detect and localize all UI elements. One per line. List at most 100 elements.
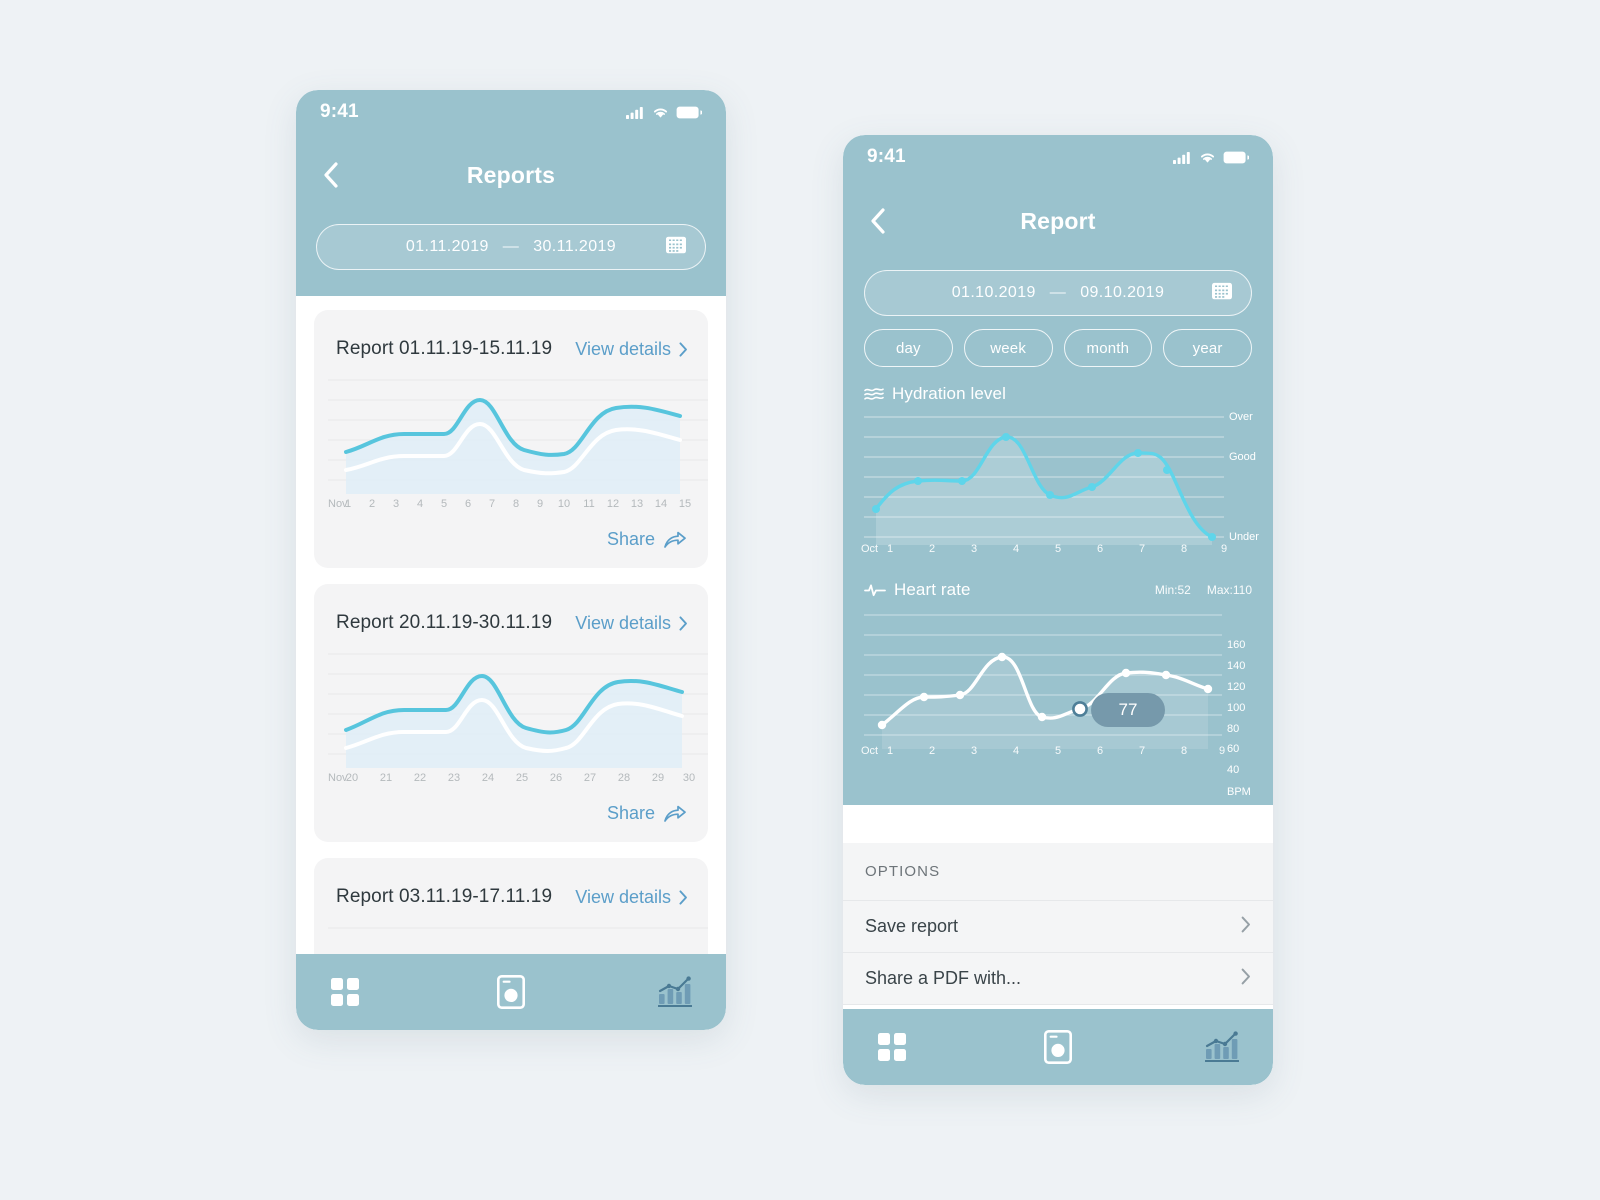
report-card-title: Report 01.11.19-15.11.19 bbox=[336, 338, 553, 359]
x-tick: 1 bbox=[886, 745, 894, 757]
view-details-link[interactable]: View details bbox=[575, 887, 688, 908]
period-selector[interactable]: day week month year bbox=[864, 329, 1252, 367]
x-tick: 3 bbox=[970, 745, 978, 757]
option-save-report[interactable]: Save report bbox=[843, 901, 1273, 953]
heart-rate-stats: Min:52 Max:110 bbox=[1155, 583, 1252, 597]
cellular-signal-icon bbox=[626, 106, 643, 119]
y-tick: 160 bbox=[1227, 639, 1246, 651]
option-label: Share a PDF with... bbox=[865, 968, 1022, 988]
heart-rate-header: Heart rate Min:52 Max:110 bbox=[864, 577, 1252, 603]
heart-rate-tooltip-value: 77 bbox=[1118, 700, 1138, 719]
option-share-pdf[interactable]: Share a PDF with... bbox=[843, 953, 1273, 1005]
view-details-link[interactable]: View details bbox=[575, 613, 688, 634]
x-tick: 7 bbox=[1138, 745, 1146, 757]
calendar-icon[interactable] bbox=[1211, 281, 1233, 306]
report-card-chart bbox=[328, 372, 708, 500]
tab-machine[interactable] bbox=[998, 1030, 1119, 1064]
share-arrow-icon bbox=[664, 805, 686, 822]
x-tick: 9 bbox=[1220, 543, 1228, 555]
share-button[interactable]: Share bbox=[607, 529, 686, 550]
x-tick: 8 bbox=[512, 498, 520, 510]
x-tick: 14 bbox=[654, 498, 668, 510]
report-card[interactable]: Report 01.11.19-15.11.19 View details No… bbox=[314, 310, 708, 568]
heartbeat-icon bbox=[864, 582, 886, 598]
back-button[interactable] bbox=[314, 158, 348, 192]
chevron-right-icon bbox=[679, 615, 687, 631]
report-detail-screen: 9:41 Report 01.10.2019 — 09.10.2019 day … bbox=[843, 135, 1273, 1085]
chevron-right-icon bbox=[679, 889, 687, 905]
report-card-header: Report 01.11.19-15.11.19 View details bbox=[336, 332, 688, 366]
y-tick: 40 bbox=[1227, 764, 1240, 776]
x-tick: 3 bbox=[970, 543, 978, 555]
period-chip-year[interactable]: year bbox=[1163, 329, 1252, 367]
report-card[interactable]: Report 03.11.19-17.11.19 View details bbox=[314, 858, 708, 954]
report-card-title: Report 20.11.19-30.11.19 bbox=[336, 612, 553, 633]
date-range-text: 01.10.2019 — 09.10.2019 bbox=[952, 284, 1165, 302]
reports-screen: 9:41 Reports 01.11.2019 — 30.11.2019 Rep… bbox=[296, 90, 726, 1030]
calendar-icon[interactable] bbox=[665, 235, 687, 260]
tab-machine[interactable] bbox=[451, 975, 572, 1009]
option-label: Save report bbox=[865, 916, 959, 936]
reports-screen-body: 9:41 Reports 01.11.2019 — 30.11.2019 Rep… bbox=[296, 90, 726, 1030]
date-range-end: 09.10.2019 bbox=[1080, 284, 1165, 301]
date-range-text: 01.11.2019 — 30.11.2019 bbox=[406, 238, 616, 256]
cellular-signal-icon bbox=[1173, 151, 1190, 164]
x-tick: 8 bbox=[1180, 745, 1188, 757]
x-tick: 12 bbox=[606, 498, 620, 510]
hydration-y-axis: Over Good Under bbox=[1229, 411, 1273, 545]
tab-reports[interactable] bbox=[571, 976, 726, 1008]
x-tick: 13 bbox=[630, 498, 644, 510]
x-tick: 2 bbox=[368, 498, 376, 510]
report-card-header: Report 20.11.19-30.11.19 View details bbox=[336, 606, 688, 640]
washing-machine-icon bbox=[497, 975, 525, 1009]
x-tick: 1 bbox=[344, 498, 352, 510]
bar-chart-icon bbox=[1205, 1031, 1240, 1062]
heart-rate-plot bbox=[864, 609, 1222, 749]
bottom-tab-bar[interactable] bbox=[843, 1009, 1273, 1085]
period-chip-day[interactable]: day bbox=[864, 329, 953, 367]
tab-reports[interactable] bbox=[1118, 1031, 1273, 1063]
date-range-picker[interactable]: 01.11.2019 — 30.11.2019 bbox=[316, 224, 706, 270]
report-header: 9:41 Report 01.10.2019 — 09.10.2019 day … bbox=[843, 135, 1273, 805]
view-details-label: View details bbox=[575, 886, 671, 907]
x-tick: 15 bbox=[678, 498, 692, 510]
report-card[interactable]: Report 20.11.19-30.11.19 View details No… bbox=[314, 584, 708, 842]
chevron-left-icon bbox=[324, 162, 338, 188]
x-tick: 9 bbox=[536, 498, 544, 510]
y-tick-good: Good bbox=[1229, 451, 1256, 463]
date-range-dash: — bbox=[1049, 284, 1067, 301]
report-card-x-axis: Nov 1 2 3 4 5 6 7 8 9 10 11 12 13 14 15 bbox=[328, 498, 708, 514]
x-tick: 7 bbox=[488, 498, 496, 510]
heart-rate-chart: Heart rate Min:52 Max:110 77 160 140 120… bbox=[843, 577, 1273, 798]
x-tick: 5 bbox=[1054, 745, 1062, 757]
share-button[interactable]: Share bbox=[607, 803, 686, 824]
chevron-right-icon bbox=[1241, 916, 1251, 938]
back-button[interactable] bbox=[861, 204, 895, 238]
hydration-header: Hydration level bbox=[864, 381, 1252, 407]
reports-list[interactable]: Report 01.11.19-15.11.19 View details No… bbox=[296, 296, 726, 954]
heart-rate-y-axis: 160 140 120 100 80 60 40 BPM bbox=[1227, 607, 1273, 798]
report-card-chart bbox=[328, 920, 708, 954]
share-label: Share bbox=[606, 803, 655, 823]
y-tick-over: Over bbox=[1229, 411, 1253, 423]
grid-icon bbox=[878, 1033, 906, 1061]
wifi-icon bbox=[1200, 153, 1215, 163]
x-tick: 9 bbox=[1218, 745, 1226, 757]
report-card-title: Report 03.11.19-17.11.19 bbox=[336, 886, 553, 907]
x-tick: 2 bbox=[928, 543, 936, 555]
chevron-right-icon bbox=[679, 341, 687, 357]
tab-dashboard[interactable] bbox=[296, 977, 451, 1007]
view-details-link[interactable]: View details bbox=[575, 339, 688, 360]
period-chip-week[interactable]: week bbox=[963, 329, 1053, 367]
x-axis-prefix: Oct bbox=[861, 543, 879, 555]
x-tick: 6 bbox=[1096, 745, 1104, 757]
y-axis-unit: BPM bbox=[1227, 786, 1251, 798]
x-tick: 24 bbox=[481, 772, 495, 784]
date-range-picker[interactable]: 01.10.2019 — 09.10.2019 bbox=[864, 270, 1252, 316]
heart-rate-tooltip: 77 bbox=[1091, 693, 1165, 727]
date-range-dash: — bbox=[502, 238, 520, 255]
bottom-tab-bar[interactable] bbox=[296, 954, 726, 1030]
washing-machine-icon bbox=[1044, 1030, 1072, 1064]
tab-dashboard[interactable] bbox=[843, 1032, 998, 1062]
period-chip-month[interactable]: month bbox=[1063, 329, 1153, 367]
